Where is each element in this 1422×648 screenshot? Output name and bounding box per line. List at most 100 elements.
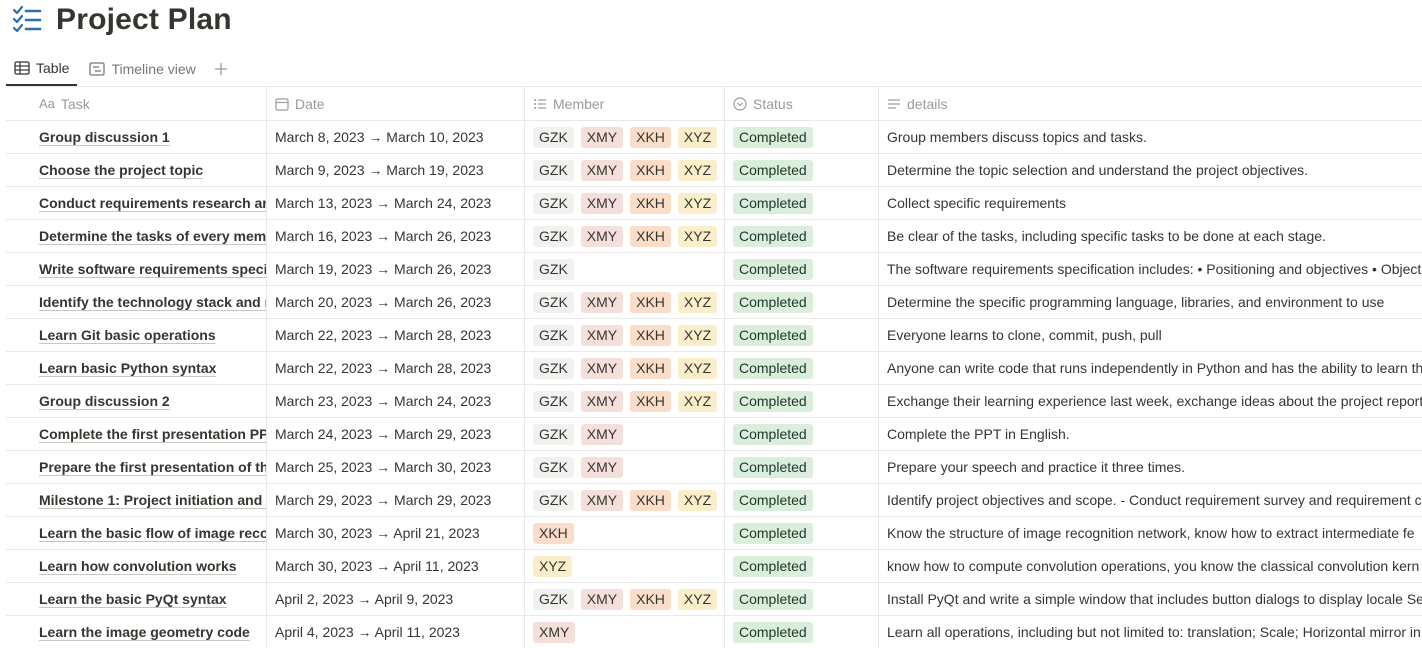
- status-cell[interactable]: Completed: [725, 220, 879, 252]
- member-cell[interactable]: GZK XMY XKH XYZ: [525, 220, 725, 252]
- details-cell[interactable]: Everyone learns to clone, commit, push, …: [879, 319, 1422, 351]
- tab-timeline-view[interactable]: Timeline view: [81, 52, 203, 86]
- task-cell[interactable]: Learn the image geometry code: [6, 616, 267, 648]
- task-cell[interactable]: Learn how convolution works: [6, 550, 267, 582]
- table-row[interactable]: Identify the technology stack and re Marc…: [6, 286, 1422, 319]
- task-cell[interactable]: Learn Git basic operations: [6, 319, 267, 351]
- status-cell[interactable]: Completed: [725, 187, 879, 219]
- details-cell[interactable]: Complete the PPT in English.: [879, 418, 1422, 450]
- details-cell[interactable]: Exchange their learning experience last …: [879, 385, 1422, 417]
- details-cell[interactable]: Install PyQt and write a simple window t…: [879, 583, 1422, 615]
- date-cell[interactable]: March 20, 2023 → March 26, 2023: [267, 286, 525, 318]
- details-cell[interactable]: Know the structure of image recognition …: [879, 517, 1422, 549]
- date-cell[interactable]: April 2, 2023 → April 9, 2023: [267, 583, 525, 615]
- member-cell[interactable]: GZK XMY XKH XYZ: [525, 286, 725, 318]
- table-row[interactable]: Learn basic Python syntax March 22, 2023 …: [6, 352, 1422, 385]
- task-title[interactable]: Group discussion 1: [39, 129, 170, 145]
- task-title[interactable]: Learn how convolution works: [39, 558, 237, 574]
- table-row[interactable]: Complete the first presentation PPT March…: [6, 418, 1422, 451]
- table-row[interactable]: Write software requirements specifi March…: [6, 253, 1422, 286]
- task-cell[interactable]: Group discussion 1: [6, 121, 267, 153]
- details-cell[interactable]: The software requirements specification …: [879, 253, 1422, 285]
- status-cell[interactable]: Completed: [725, 583, 879, 615]
- status-cell[interactable]: Completed: [725, 550, 879, 582]
- date-cell[interactable]: March 30, 2023 → April 11, 2023: [267, 550, 525, 582]
- details-cell[interactable]: Be clear of the tasks, including specifi…: [879, 220, 1422, 252]
- column-header-status[interactable]: Status: [725, 87, 879, 120]
- date-cell[interactable]: March 29, 2023 → March 29, 2023: [267, 484, 525, 516]
- date-cell[interactable]: March 24, 2023 → March 29, 2023: [267, 418, 525, 450]
- table-row[interactable]: Group discussion 1 March 8, 2023 → March …: [6, 121, 1422, 154]
- status-cell[interactable]: Completed: [725, 253, 879, 285]
- table-row[interactable]: Milestone 1: Project initiation and sy Ma…: [6, 484, 1422, 517]
- date-cell[interactable]: March 8, 2023 → March 10, 2023: [267, 121, 525, 153]
- task-title[interactable]: Conduct requirements research and: [39, 195, 266, 211]
- table-row[interactable]: Learn Git basic operations March 22, 2023…: [6, 319, 1422, 352]
- date-cell[interactable]: March 22, 2023 → March 28, 2023: [267, 319, 525, 351]
- date-cell[interactable]: April 4, 2023 → April 11, 2023: [267, 616, 525, 648]
- task-cell[interactable]: Group discussion 2: [6, 385, 267, 417]
- status-cell[interactable]: Completed: [725, 286, 879, 318]
- member-cell[interactable]: GZK: [525, 253, 725, 285]
- task-title[interactable]: Learn the image geometry code: [39, 624, 250, 640]
- task-title[interactable]: Learn the basic flow of image recog: [39, 525, 266, 541]
- date-cell[interactable]: March 22, 2023 → March 28, 2023: [267, 352, 525, 384]
- status-cell[interactable]: Completed: [725, 319, 879, 351]
- details-cell[interactable]: Identify project objectives and scope. -…: [879, 484, 1422, 516]
- status-cell[interactable]: Completed: [725, 418, 879, 450]
- task-cell[interactable]: Learn the basic PyQt syntax: [6, 583, 267, 615]
- task-cell[interactable]: Identify the technology stack and re: [6, 286, 267, 318]
- table-row[interactable]: Group discussion 2 March 23, 2023 → March…: [6, 385, 1422, 418]
- member-cell[interactable]: GZK XMY: [525, 451, 725, 483]
- task-cell[interactable]: Prepare the first presentation of the: [6, 451, 267, 483]
- task-cell[interactable]: Choose the project topic: [6, 154, 267, 186]
- task-title[interactable]: Write software requirements specifi: [39, 261, 266, 277]
- task-cell[interactable]: Milestone 1: Project initiation and sy: [6, 484, 267, 516]
- task-cell[interactable]: Learn the basic flow of image recog: [6, 517, 267, 549]
- task-title[interactable]: Group discussion 2: [39, 393, 170, 409]
- member-cell[interactable]: GZK XMY: [525, 418, 725, 450]
- task-cell[interactable]: Learn basic Python syntax: [6, 352, 267, 384]
- table-row[interactable]: Learn the basic flow of image recog March…: [6, 517, 1422, 550]
- task-title[interactable]: Prepare the first presentation of the: [39, 459, 266, 475]
- date-cell[interactable]: March 25, 2023 → March 30, 2023: [267, 451, 525, 483]
- task-title[interactable]: Choose the project topic: [39, 162, 203, 178]
- task-title[interactable]: Learn the basic PyQt syntax: [39, 591, 227, 607]
- tab-table[interactable]: Table: [6, 52, 78, 86]
- member-cell[interactable]: GZK XMY XKH XYZ: [525, 484, 725, 516]
- details-cell[interactable]: Prepare your speech and practice it thre…: [879, 451, 1422, 483]
- member-cell[interactable]: GZK XMY XKH XYZ: [525, 187, 725, 219]
- task-cell[interactable]: Complete the first presentation PPT: [6, 418, 267, 450]
- task-title[interactable]: Learn Git basic operations: [39, 327, 216, 343]
- status-cell[interactable]: Completed: [725, 484, 879, 516]
- column-header-date[interactable]: Date: [267, 87, 525, 120]
- column-header-task[interactable]: Aa Task: [6, 87, 267, 120]
- details-cell[interactable]: Learn all operations, including but not …: [879, 616, 1422, 648]
- details-cell[interactable]: Collect specific requirements: [879, 187, 1422, 219]
- table-row[interactable]: Learn how convolution works March 30, 202…: [6, 550, 1422, 583]
- date-cell[interactable]: March 9, 2023 → March 19, 2023: [267, 154, 525, 186]
- date-cell[interactable]: March 30, 2023 → April 21, 2023: [267, 517, 525, 549]
- details-cell[interactable]: Group members discuss topics and tasks.: [879, 121, 1422, 153]
- member-cell[interactable]: XMY: [525, 616, 725, 648]
- task-cell[interactable]: Write software requirements specifi: [6, 253, 267, 285]
- date-cell[interactable]: March 19, 2023 → March 26, 2023: [267, 253, 525, 285]
- status-cell[interactable]: Completed: [725, 385, 879, 417]
- task-cell[interactable]: Conduct requirements research and: [6, 187, 267, 219]
- date-cell[interactable]: March 23, 2023 → March 24, 2023: [267, 385, 525, 417]
- date-cell[interactable]: March 16, 2023 → March 26, 2023: [267, 220, 525, 252]
- task-title[interactable]: Identify the technology stack and re: [39, 294, 266, 310]
- member-cell[interactable]: GZK XMY XKH XYZ: [525, 154, 725, 186]
- member-cell[interactable]: GZK XMY XKH XYZ: [525, 121, 725, 153]
- column-header-member[interactable]: Member: [525, 87, 725, 120]
- table-row[interactable]: Choose the project topic March 9, 2023 → …: [6, 154, 1422, 187]
- status-cell[interactable]: Completed: [725, 616, 879, 648]
- status-cell[interactable]: Completed: [725, 352, 879, 384]
- member-cell[interactable]: GZK XMY XKH XYZ: [525, 385, 725, 417]
- details-cell[interactable]: Determine the specific programming langu…: [879, 286, 1422, 318]
- member-cell[interactable]: GZK XMY XKH XYZ: [525, 352, 725, 384]
- details-cell[interactable]: Anyone can write code that runs independ…: [879, 352, 1422, 384]
- table-row[interactable]: Determine the tasks of every memb March 1…: [6, 220, 1422, 253]
- task-title[interactable]: Learn basic Python syntax: [39, 360, 216, 376]
- details-cell[interactable]: Determine the topic selection and unders…: [879, 154, 1422, 186]
